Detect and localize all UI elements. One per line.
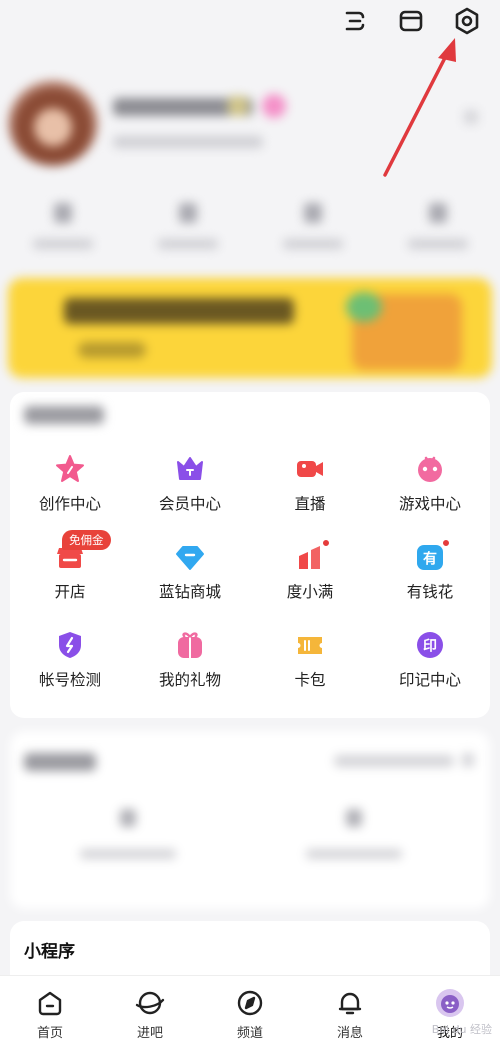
stat-item[interactable] xyxy=(125,195,250,265)
notification-dot xyxy=(321,538,331,548)
stat-item[interactable] xyxy=(375,195,500,265)
avatar[interactable] xyxy=(8,80,98,166)
svg-text:印: 印 xyxy=(423,638,437,655)
tab-bell[interactable]: 消息 xyxy=(300,976,400,1047)
tool-item[interactable]: 帐号检测 xyxy=(10,630,130,689)
diamond-icon xyxy=(175,542,205,572)
watermark: Bai du 经验 xyxy=(431,1023,492,1036)
promo-tag: 免佣金 xyxy=(62,530,111,550)
tool-item-label: 游戏中心 xyxy=(398,495,461,513)
tab-home[interactable]: 首页 xyxy=(0,976,100,1047)
tool-item-label: 会员中心 xyxy=(158,495,221,513)
tools-grid: 创作中心 会员中心 直播 游戏中心 开店 免佣金 蓝钻商城 度小满 有 有钱花 帐号… xyxy=(10,454,490,689)
tab-label: 进吧 xyxy=(136,1026,163,1041)
tool-item[interactable]: 我的礼物 xyxy=(130,630,250,689)
tool-item[interactable]: 开店 免佣金 xyxy=(10,530,130,601)
tool-item-label: 卡包 xyxy=(294,671,326,689)
member-badge xyxy=(262,94,286,118)
tools-card: 创作中心 会员中心 直播 游戏中心 开店 免佣金 蓝钻商城 度小满 有 有钱花 帐号… xyxy=(10,392,490,718)
tool-item-label: 我的礼物 xyxy=(158,671,221,689)
tool-item[interactable]: 会员中心 xyxy=(130,454,250,513)
star-icon xyxy=(55,454,85,484)
tool-item[interactable]: 直播 xyxy=(250,454,370,513)
gamepad-icon xyxy=(415,454,445,484)
avatar-icon xyxy=(435,988,465,1018)
shield-icon xyxy=(55,630,85,660)
notification-dot xyxy=(441,538,451,548)
profile-subtitle-blurred xyxy=(113,136,263,148)
tool-item[interactable]: 创作中心 xyxy=(10,454,130,513)
bottom-tab-bar: 首页 进吧 频道 消息 我的 xyxy=(0,975,500,1047)
tool-item-label: 蓝钻商城 xyxy=(158,583,221,601)
tool-item[interactable]: 有 有钱花 xyxy=(370,538,490,601)
tool-item[interactable]: 印 印记中心 xyxy=(370,630,490,689)
svg-text:有: 有 xyxy=(423,551,437,568)
promo-banner[interactable] xyxy=(8,278,492,378)
compass-icon xyxy=(235,988,265,1018)
tool-item-label: 有钱花 xyxy=(406,583,454,601)
stat-item[interactable] xyxy=(250,195,375,265)
tab-label: 消息 xyxy=(336,1026,363,1041)
chart-icon xyxy=(295,542,325,572)
tab-label: 首页 xyxy=(36,1026,63,1041)
tool-item-label: 直播 xyxy=(294,495,326,513)
chevron-right-icon[interactable] xyxy=(464,110,478,124)
tool-item-label: 创作中心 xyxy=(38,495,101,513)
mini-programs-title: 小程序 xyxy=(24,942,75,962)
tab-compass[interactable]: 频道 xyxy=(200,976,300,1047)
seal-icon: 印 xyxy=(415,630,445,660)
profile-header[interactable] xyxy=(8,80,492,170)
video-camera-icon xyxy=(295,454,325,484)
bell-icon xyxy=(335,988,365,1018)
tab-label: 频道 xyxy=(236,1026,263,1041)
planet-icon xyxy=(135,988,165,1018)
tools-card-title-blurred xyxy=(24,406,104,424)
tool-item-label: 度小满 xyxy=(286,583,334,601)
profile-stats xyxy=(0,195,500,265)
money-icon: 有 xyxy=(415,542,445,572)
gift-icon xyxy=(175,630,205,660)
stat-item[interactable] xyxy=(0,195,125,265)
tool-item-label: 帐号检测 xyxy=(38,671,101,689)
tab-planet[interactable]: 进吧 xyxy=(100,976,200,1047)
blurred-card xyxy=(10,731,490,909)
tool-item[interactable]: 游戏中心 xyxy=(370,454,490,513)
tool-item-label: 印记中心 xyxy=(398,671,461,689)
tool-item[interactable]: 蓝钻商城 xyxy=(130,542,250,601)
crown-icon xyxy=(175,454,205,484)
tool-item[interactable]: 度小满 xyxy=(250,538,370,601)
home-icon xyxy=(35,988,65,1018)
tool-item[interactable]: 卡包 xyxy=(250,630,370,689)
tool-item-label: 开店 xyxy=(54,583,86,601)
level-badge xyxy=(228,96,248,116)
ticket-icon xyxy=(295,630,325,660)
